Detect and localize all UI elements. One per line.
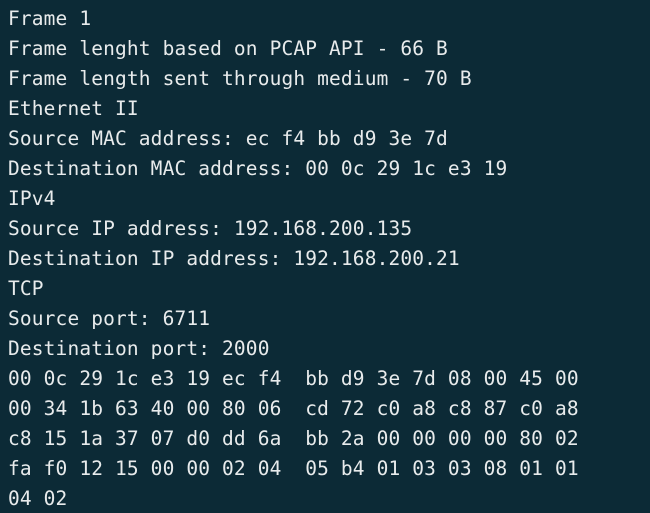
- output-line: Destination port: 2000: [8, 337, 270, 360]
- hex-dump-line: 00 34 1b 63 40 00 80 06 cd 72 c0 a8 c8 8…: [8, 397, 579, 420]
- output-line: Ethernet II: [8, 97, 139, 120]
- hex-dump-line: c8 15 1a 37 07 d0 dd 6a bb 2a 00 00 00 0…: [8, 427, 579, 450]
- output-line: Destination IP address: 192.168.200.21: [8, 247, 460, 270]
- output-line: Destination MAC address: 00 0c 29 1c e3 …: [8, 157, 508, 180]
- terminal-output: Frame 1 Frame lenght based on PCAP API -…: [8, 4, 650, 513]
- output-line: TCP: [8, 277, 44, 300]
- output-line: Frame length sent through medium - 70 B: [8, 67, 472, 90]
- output-line: Source MAC address: ec f4 bb d9 3e 7d: [8, 127, 448, 150]
- terminal-window[interactable]: Frame 1 Frame lenght based on PCAP API -…: [0, 0, 650, 513]
- output-line: Frame 1: [8, 7, 92, 30]
- hex-dump-line: fa f0 12 15 00 00 02 04 05 b4 01 03 03 0…: [8, 457, 579, 480]
- hex-dump-line: 04 02: [8, 487, 68, 510]
- output-line: IPv4: [8, 187, 56, 210]
- output-line: Source port: 6711: [8, 307, 211, 330]
- hex-dump-line: 00 0c 29 1c e3 19 ec f4 bb d9 3e 7d 08 0…: [8, 367, 579, 390]
- output-line: Frame lenght based on PCAP API - 66 B: [8, 37, 448, 60]
- output-line: Source IP address: 192.168.200.135: [8, 217, 413, 240]
